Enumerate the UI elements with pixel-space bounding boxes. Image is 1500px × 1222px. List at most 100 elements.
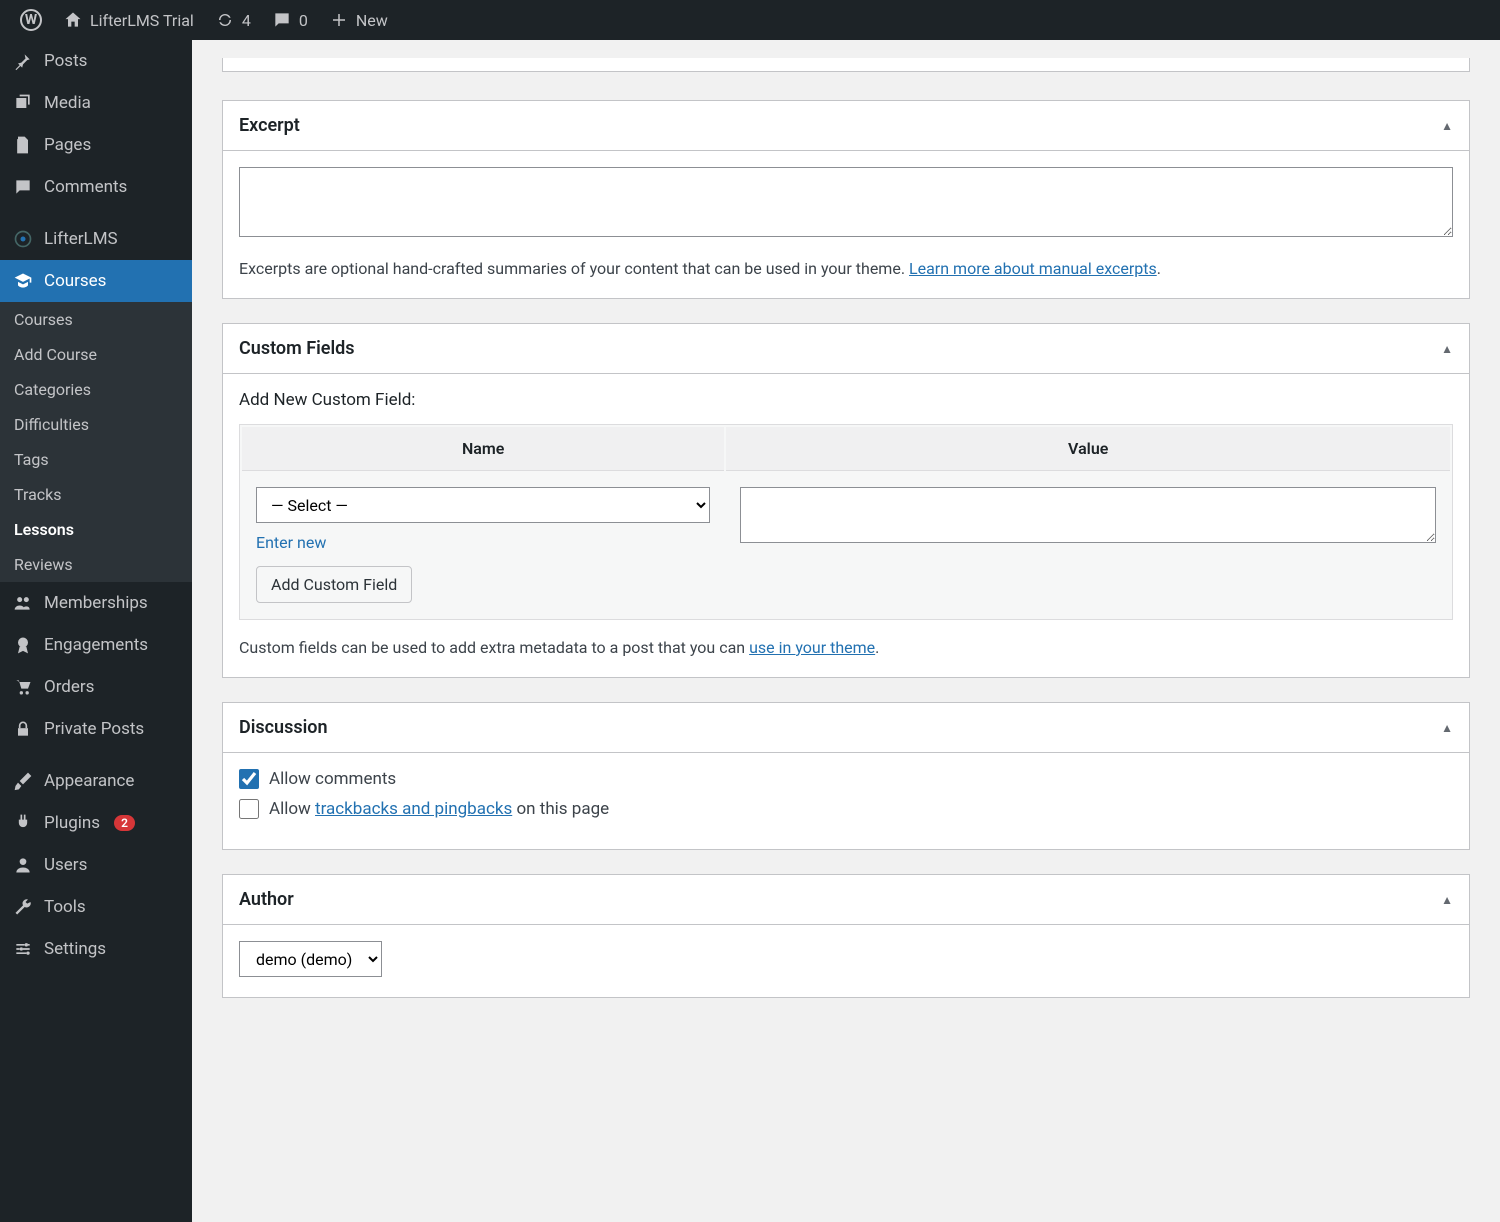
sidebar-item-label: Tools	[44, 897, 86, 917]
new-content-menu[interactable]: New	[318, 9, 398, 31]
allow-trackbacks-checkbox[interactable]	[239, 799, 259, 819]
discussion-metabox: Discussion ▲ Allow comments Allow trackb…	[222, 702, 1470, 850]
sidebar-item-label: Pages	[44, 135, 91, 155]
comment-icon	[271, 9, 293, 31]
sidebar-item-orders[interactable]: Orders	[0, 666, 192, 708]
sidebar-item-label: Comments	[44, 177, 127, 197]
table-row: — Select — Enter new Add Custom Field	[242, 473, 1450, 617]
graduation-cap-icon	[12, 270, 34, 292]
submenu-add-course[interactable]: Add Course	[0, 337, 192, 372]
custom-fields-title: Custom Fields	[239, 338, 355, 359]
submenu-difficulties[interactable]: Difficulties	[0, 407, 192, 442]
sidebar-item-label: Settings	[44, 939, 106, 959]
discussion-header[interactable]: Discussion ▲	[223, 703, 1469, 753]
plug-icon	[12, 812, 34, 834]
sidebar-item-media[interactable]: Media	[0, 82, 192, 124]
submenu-lessons[interactable]: Lessons	[0, 512, 192, 547]
lock-icon	[12, 718, 34, 740]
submenu-categories[interactable]: Categories	[0, 372, 192, 407]
author-metabox: Author ▲ demo (demo)	[222, 874, 1470, 998]
sidebar-item-pages[interactable]: Pages	[0, 124, 192, 166]
excerpt-header[interactable]: Excerpt ▲	[223, 101, 1469, 151]
brush-icon	[12, 770, 34, 792]
sidebar-item-label: Plugins	[44, 813, 100, 833]
excerpt-help-link[interactable]: Learn more about manual excerpts	[909, 259, 1157, 278]
collapse-icon: ▲	[1441, 893, 1453, 907]
submenu-tracks[interactable]: Tracks	[0, 477, 192, 512]
excerpt-title: Excerpt	[239, 115, 300, 136]
home-icon	[62, 9, 84, 31]
wp-logo-menu[interactable]: W	[10, 9, 52, 31]
excerpt-help: Excerpts are optional hand-crafted summa…	[239, 259, 1453, 278]
custom-fields-table: Name Value — Select — Enter new Add Cust…	[239, 424, 1453, 620]
submenu-reviews[interactable]: Reviews	[0, 547, 192, 582]
enter-new-link[interactable]: Enter new	[256, 533, 326, 552]
custom-fields-header[interactable]: Custom Fields ▲	[223, 324, 1469, 374]
sidebar-item-posts[interactable]: Posts	[0, 40, 192, 82]
updates-menu[interactable]: 4	[204, 9, 261, 31]
sidebar-item-users[interactable]: Users	[0, 844, 192, 886]
sidebar-item-label: Appearance	[44, 771, 134, 791]
sidebar-item-label: Users	[44, 855, 87, 875]
excerpt-metabox: Excerpt ▲ Excerpts are optional hand-cra…	[222, 100, 1470, 299]
comments-menu[interactable]: 0	[261, 9, 318, 31]
discussion-title: Discussion	[239, 717, 328, 738]
cf-name-select[interactable]: — Select —	[256, 487, 710, 523]
new-label: New	[356, 11, 388, 30]
sidebar-item-label: Engagements	[44, 635, 148, 655]
main-content: Excerpt ▲ Excerpts are optional hand-cra…	[192, 40, 1500, 1040]
media-icon	[12, 92, 34, 114]
collapse-icon: ▲	[1441, 721, 1453, 735]
update-icon	[214, 9, 236, 31]
sidebar-item-label: Posts	[44, 51, 87, 71]
custom-fields-help-link[interactable]: use in your theme	[749, 638, 875, 657]
custom-fields-metabox: Custom Fields ▲ Add New Custom Field: Na…	[222, 323, 1470, 678]
custom-fields-help: Custom fields can be used to add extra m…	[239, 638, 1453, 657]
sidebar-item-label: Media	[44, 93, 91, 113]
sidebar-item-lifterlms[interactable]: LifterLMS	[0, 218, 192, 260]
sidebar-item-settings[interactable]: Settings	[0, 928, 192, 970]
cart-icon	[12, 676, 34, 698]
collapse-icon: ▲	[1441, 342, 1453, 356]
add-custom-field-button[interactable]: Add Custom Field	[256, 566, 412, 603]
update-count: 4	[242, 11, 251, 30]
wordpress-icon: W	[20, 9, 42, 31]
submenu-courses[interactable]: Courses	[0, 302, 192, 337]
sidebar-item-comments[interactable]: Comments	[0, 166, 192, 208]
sidebar-item-label: Private Posts	[44, 719, 144, 739]
author-select[interactable]: demo (demo)	[239, 941, 382, 977]
comment-icon	[12, 176, 34, 198]
sidebar-item-tools[interactable]: Tools	[0, 886, 192, 928]
excerpt-textarea[interactable]	[239, 167, 1453, 237]
wrench-icon	[12, 896, 34, 918]
cf-value-textarea[interactable]	[740, 487, 1436, 543]
author-title: Author	[239, 889, 294, 910]
allow-trackbacks-row[interactable]: Allow trackbacks and pingbacks on this p…	[239, 799, 1453, 819]
plus-icon	[328, 9, 350, 31]
site-name-menu[interactable]: LifterLMS Trial	[52, 9, 204, 31]
lifterlms-icon	[12, 228, 34, 250]
site-name-label: LifterLMS Trial	[90, 11, 194, 30]
sidebar-item-label: LifterLMS	[44, 229, 118, 249]
submenu-tags[interactable]: Tags	[0, 442, 192, 477]
sidebar-item-memberships[interactable]: Memberships	[0, 582, 192, 624]
allow-comments-row[interactable]: Allow comments	[239, 769, 1453, 789]
award-icon	[12, 634, 34, 656]
cf-value-header: Value	[726, 427, 1450, 471]
admin-sidebar: Posts Media Pages Comments LifterLMS Cou…	[0, 40, 192, 1222]
sidebar-item-private-posts[interactable]: Private Posts	[0, 708, 192, 750]
cf-name-header: Name	[242, 427, 724, 471]
admin-bar: W LifterLMS Trial 4 0 New	[0, 0, 1500, 40]
pin-icon	[12, 50, 34, 72]
sidebar-item-plugins[interactable]: Plugins 2	[0, 802, 192, 844]
plugins-badge: 2	[114, 815, 135, 831]
sidebar-item-engagements[interactable]: Engagements	[0, 624, 192, 666]
sidebar-item-label: Memberships	[44, 593, 148, 613]
allow-comments-label: Allow comments	[269, 769, 396, 789]
trackbacks-link[interactable]: trackbacks and pingbacks	[315, 799, 512, 819]
sidebar-item-courses[interactable]: Courses	[0, 260, 192, 302]
allow-comments-checkbox[interactable]	[239, 769, 259, 789]
sidebar-item-appearance[interactable]: Appearance	[0, 760, 192, 802]
author-header[interactable]: Author ▲	[223, 875, 1469, 925]
user-icon	[12, 854, 34, 876]
